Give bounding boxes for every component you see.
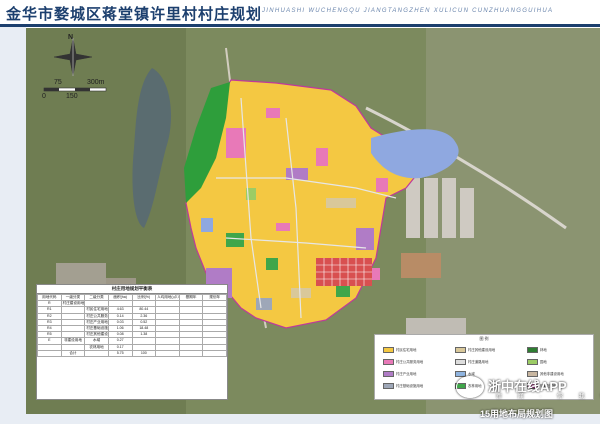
scale-label-75: 75 — [54, 79, 62, 86]
table-cell: 村庄公共服务用地 — [84, 312, 109, 320]
legend-swatch — [383, 347, 394, 354]
legend-swatch — [527, 359, 538, 366]
page-title: 金华市婺城区蒋堂镇许里村村庄规划 — [6, 7, 263, 23]
table-row: 合计 5.75 100 — [37, 349, 227, 358]
table-grid: 用地代码 一级分类 二级分类 面积(ha) 比例(%) 人均用地(㎡/人) 基期… — [37, 293, 227, 358]
legend-item: 村庄公共服务用地 — [383, 359, 424, 366]
scale-label-150: 150 — [66, 93, 78, 100]
watermark-sub-text: 新 闻 · 你 我 他 — [496, 394, 600, 400]
legend-swatch — [455, 347, 466, 354]
figure-caption: 15用地布局规划图 — [480, 409, 554, 419]
legend-item: 林地 — [527, 347, 547, 354]
table-header-cell: 人均用地(㎡/人) — [155, 293, 180, 302]
planned-housing-block — [316, 258, 372, 286]
legend-swatch — [455, 359, 466, 366]
table-cell — [178, 349, 204, 358]
table-cell — [202, 349, 227, 358]
legend-label: 村庄其他建设用地 — [468, 348, 496, 352]
legend-swatch — [383, 371, 394, 378]
table-cell — [155, 349, 180, 358]
legend-label: 园地 — [540, 360, 547, 364]
table-cell: 合计 — [60, 349, 86, 358]
legend-label: 村庄公共服务用地 — [396, 360, 424, 364]
page-subtitle: JINHUASHI WUCHENGQU JIANGTANGZHEN XULICU… — [262, 8, 554, 14]
legend-item: 村庄其他建设用地 — [455, 347, 496, 354]
sports-field — [401, 253, 441, 278]
legend-item: 村庄道路用地 — [455, 359, 489, 366]
legend-label: 村庄道路用地 — [468, 360, 489, 364]
scale-label-0: 0 — [42, 93, 46, 100]
table-cell: 村庄基础设施用地 — [84, 324, 109, 333]
legend-item: 园地 — [527, 359, 547, 366]
north-label: N — [68, 34, 74, 41]
table-cell — [37, 349, 62, 358]
table-cell: 100 — [131, 349, 157, 358]
table-cell — [84, 349, 109, 358]
app-watermark: 浙中在线APP 新 闻 · 你 我 他 — [452, 374, 600, 402]
legend-swatch — [383, 359, 394, 366]
land-use-balance-table: 村庄用地规划平衡表 用地代码 一级分类 二级分类 面积(ha) 比例(%) 人均… — [36, 284, 228, 400]
scale-label-300: 300m — [87, 79, 105, 86]
legend-label: 村庄产业用地 — [396, 372, 417, 376]
map-poster: 金华市婺城区蒋堂镇许里村村庄规划 JINHUASHI WUCHENGQU JIA… — [0, 0, 600, 424]
legend-item: 村民住宅用地 — [383, 347, 417, 354]
app-logo-icon — [456, 376, 484, 398]
legend-swatch — [527, 347, 538, 354]
table-cell: 村庄建设用地 — [60, 300, 86, 308]
table-title: 村庄用地规划平衡表 — [37, 285, 227, 294]
table-cell: 村庄产业用地 — [84, 318, 109, 327]
table-cell: 非建设用地 — [60, 337, 86, 345]
top-rule — [0, 24, 600, 27]
legend-label: 村庄基础设施用地 — [396, 384, 424, 388]
table-cell: 5.75 — [107, 349, 133, 358]
legend-label: 村民住宅用地 — [396, 348, 417, 352]
table-body: R村庄建设用地R1村民住宅用地4.6380.44R2村庄公共服务用地0.142.… — [37, 300, 227, 358]
legend-item: 村庄产业用地 — [383, 371, 417, 378]
table-cell: 村民住宅用地 — [84, 306, 109, 314]
legend-label: 林地 — [540, 348, 547, 352]
legend-swatch — [383, 383, 394, 390]
table-cell: 村庄其他建设用地 — [84, 331, 109, 339]
left-margin — [0, 27, 26, 424]
legend-item: 村庄基础设施用地 — [383, 383, 424, 390]
legend-title: 图 例 — [479, 336, 489, 341]
